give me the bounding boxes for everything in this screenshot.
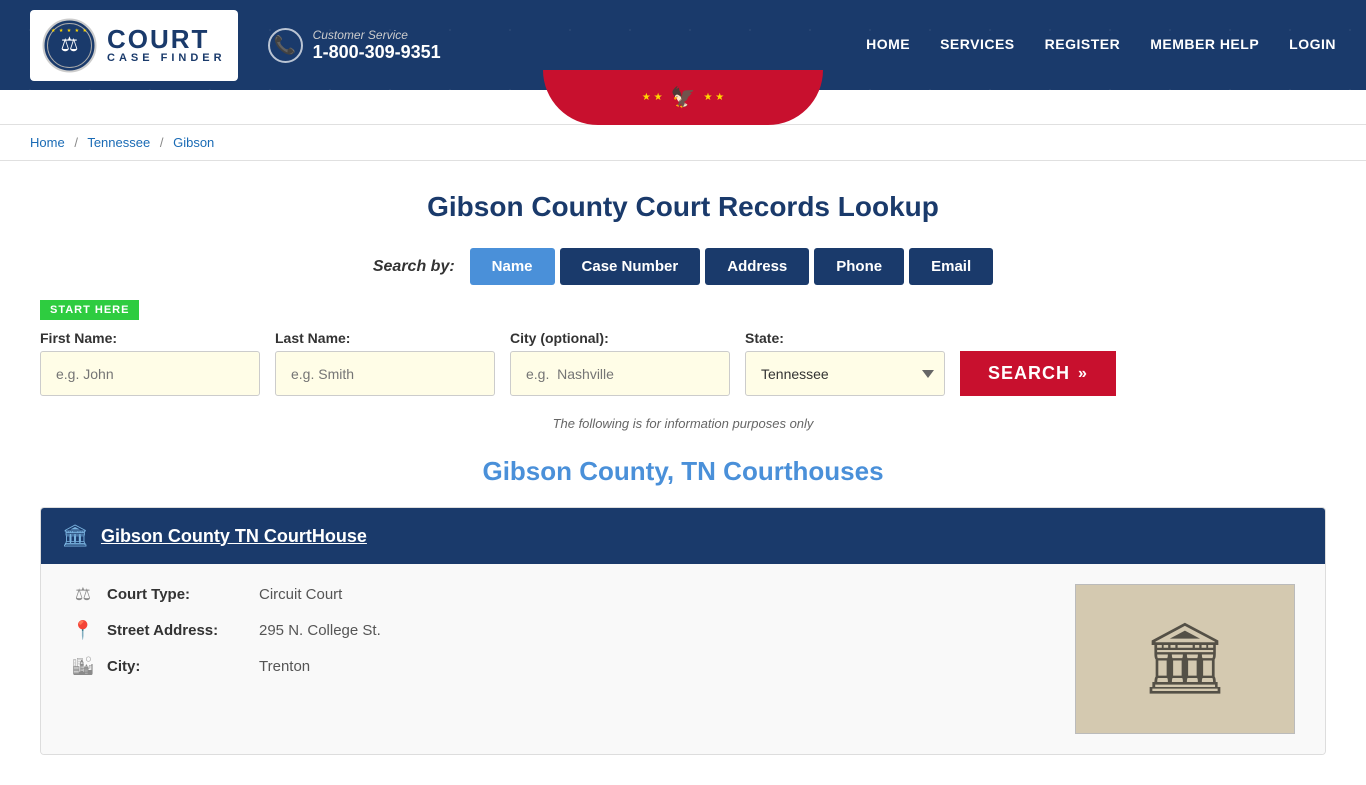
banner-arc-container: ★ ★ 🦅 ★ ★ bbox=[0, 90, 1366, 125]
breadcrumb-home[interactable]: Home bbox=[30, 135, 65, 150]
star-right: ★ ★ bbox=[703, 92, 724, 103]
courthouse-body: ⚖ Court Type: Circuit Court 📍 Street Add… bbox=[41, 564, 1325, 754]
main-content: Gibson County Court Records Lookup Searc… bbox=[0, 161, 1366, 785]
search-by-row: Search by: Name Case Number Address Phon… bbox=[40, 248, 1326, 285]
customer-service: 📞 Customer Service 1-800-309-9351 bbox=[268, 28, 441, 63]
banner-arc: ★ ★ 🦅 ★ ★ bbox=[543, 70, 823, 125]
city-label: City (optional): bbox=[510, 330, 730, 346]
nav-services[interactable]: SERVICES bbox=[940, 36, 1015, 54]
start-here-label: START HERE bbox=[40, 300, 139, 320]
street-address-row: 📍 Street Address: 295 N. College St. bbox=[71, 620, 381, 641]
eagle-icon: 🦅 bbox=[671, 85, 696, 110]
court-type-row: ⚖ Court Type: Circuit Court bbox=[71, 584, 381, 605]
nav-home[interactable]: HOME bbox=[866, 36, 910, 54]
search-by-label: Search by: bbox=[373, 258, 455, 276]
first-name-label: First Name: bbox=[40, 330, 260, 346]
logo-court-label: COURT bbox=[107, 26, 226, 52]
cs-label: Customer Service bbox=[313, 28, 441, 42]
state-select[interactable]: Tennessee Alabama Arizona California bbox=[745, 351, 945, 396]
page-title: Gibson County Court Records Lookup bbox=[40, 191, 1326, 223]
search-chevrons: » bbox=[1078, 365, 1088, 383]
city-info-value: Trenton bbox=[259, 658, 310, 675]
logo-box[interactable]: ⚖ ★ ★ ★ ★ ★ COURT CASE FINDER bbox=[30, 10, 238, 81]
first-name-input[interactable] bbox=[40, 351, 260, 396]
tab-phone[interactable]: Phone bbox=[814, 248, 904, 285]
tab-case-number[interactable]: Case Number bbox=[560, 248, 701, 285]
star-left: ★ ★ bbox=[642, 92, 663, 103]
logo-text: COURT CASE FINDER bbox=[107, 26, 226, 64]
logo-area: ⚖ ★ ★ ★ ★ ★ COURT CASE FINDER 📞 Customer… bbox=[30, 10, 441, 81]
main-nav: HOME SERVICES REGISTER MEMBER HELP LOGIN bbox=[866, 36, 1336, 54]
city-input[interactable] bbox=[510, 351, 730, 396]
street-address-value: 295 N. College St. bbox=[259, 622, 381, 639]
breadcrumb-tennessee[interactable]: Tennessee bbox=[87, 135, 150, 150]
breadcrumb-gibson[interactable]: Gibson bbox=[173, 135, 214, 150]
nav-member-help[interactable]: MEMBER HELP bbox=[1150, 36, 1259, 54]
breadcrumb-sep-2: / bbox=[160, 135, 164, 150]
nav-login[interactable]: LOGIN bbox=[1289, 36, 1336, 54]
court-type-label: Court Type: bbox=[107, 586, 247, 603]
city-row: 🏙 City: Trenton bbox=[71, 656, 381, 677]
court-type-icon: ⚖ bbox=[71, 584, 95, 605]
location-icon: 📍 bbox=[71, 620, 95, 641]
first-name-group: First Name: bbox=[40, 330, 260, 396]
city-icon: 🏙 bbox=[71, 656, 95, 677]
search-section: Search by: Name Case Number Address Phon… bbox=[40, 248, 1326, 396]
courthouse-building-icon: 🏛 bbox=[61, 523, 89, 549]
street-address-label: Street Address: bbox=[107, 622, 247, 639]
start-here-badge: START HERE bbox=[40, 300, 1326, 330]
disclaimer-text: The following is for information purpose… bbox=[40, 416, 1326, 431]
courthouse-info: ⚖ Court Type: Circuit Court 📍 Street Add… bbox=[71, 584, 381, 677]
courthouse-card: 🏛 Gibson County TN CourtHouse ⚖ Court Ty… bbox=[40, 507, 1326, 755]
nav-register[interactable]: REGISTER bbox=[1045, 36, 1121, 54]
search-form: First Name: Last Name: City (optional): … bbox=[40, 330, 1326, 396]
courthouse-image bbox=[1075, 584, 1295, 734]
logo-emblem-icon: ⚖ ★ ★ ★ ★ ★ bbox=[42, 18, 97, 73]
building-art bbox=[1076, 585, 1294, 733]
state-label: State: bbox=[745, 330, 945, 346]
last-name-input[interactable] bbox=[275, 351, 495, 396]
logo-casefinder-label: CASE FINDER bbox=[107, 52, 226, 64]
tab-email[interactable]: Email bbox=[909, 248, 993, 285]
svg-text:★ ★ ★ ★ ★: ★ ★ ★ ★ ★ bbox=[51, 28, 88, 34]
cs-phone[interactable]: 1-800-309-9351 bbox=[313, 42, 441, 63]
city-group: City (optional): bbox=[510, 330, 730, 396]
search-button-label: SEARCH bbox=[988, 363, 1070, 384]
state-group: State: Tennessee Alabama Arizona Califor… bbox=[745, 330, 945, 396]
tab-name[interactable]: Name bbox=[470, 248, 555, 285]
city-info-label: City: bbox=[107, 658, 247, 675]
breadcrumb-sep-1: / bbox=[74, 135, 78, 150]
svg-text:⚖: ⚖ bbox=[61, 34, 79, 56]
courthouse-name[interactable]: Gibson County TN CourtHouse bbox=[101, 526, 367, 547]
breadcrumb: Home / Tennessee / Gibson bbox=[0, 125, 1366, 161]
courthouse-header: 🏛 Gibson County TN CourtHouse bbox=[41, 508, 1325, 564]
last-name-label: Last Name: bbox=[275, 330, 495, 346]
county-title: Gibson County, TN Courthouses bbox=[40, 456, 1326, 487]
last-name-group: Last Name: bbox=[275, 330, 495, 396]
court-type-value: Circuit Court bbox=[259, 586, 342, 603]
search-button[interactable]: SEARCH » bbox=[960, 351, 1116, 396]
tab-address[interactable]: Address bbox=[705, 248, 809, 285]
phone-icon: 📞 bbox=[268, 28, 303, 63]
